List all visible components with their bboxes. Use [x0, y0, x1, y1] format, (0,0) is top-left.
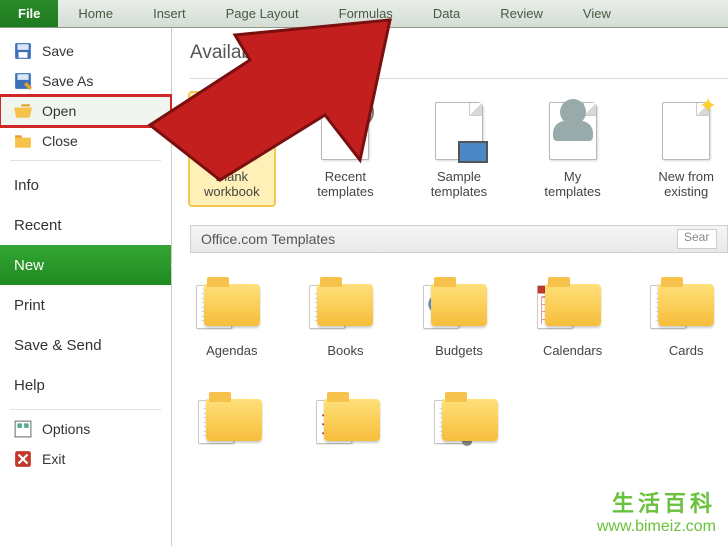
sidebar-open[interactable]: Open [0, 96, 171, 126]
tpl-more-3[interactable] [426, 382, 514, 458]
my-templates-icon [541, 99, 605, 163]
sidebar-recent-label: Recent [14, 217, 62, 234]
tpl-more-2[interactable]: ✔✔✔ [308, 382, 396, 458]
books-icon [313, 273, 377, 337]
sidebar-info-label: Info [14, 177, 39, 194]
cards-icon [654, 273, 718, 337]
sidebar-save-as[interactable]: Save As [0, 66, 171, 96]
tpl-label: My templates [535, 169, 611, 199]
new-from-existing-icon: ✦ [654, 99, 718, 163]
sidebar-save-send[interactable]: Save & Send [0, 325, 171, 365]
tpl-calendars[interactable]: Calendars [531, 267, 615, 364]
sidebar-new[interactable]: New [0, 245, 171, 285]
template-row-office-1: Agendas Books Budgets Calendars Cards [190, 267, 728, 364]
blank-workbook-icon [200, 99, 264, 163]
sidebar-new-label: New [14, 257, 44, 274]
sidebar-help[interactable]: Help [0, 365, 171, 405]
sidebar-save[interactable]: Save [0, 36, 171, 66]
options-icon [14, 420, 32, 438]
tpl-label: Blank workbook [194, 169, 270, 199]
tpl-new-from-existing[interactable]: ✦ New from existing [644, 93, 728, 205]
tpl-agendas[interactable]: Agendas [190, 267, 274, 364]
tpl-blank-workbook[interactable]: Blank workbook [190, 93, 274, 205]
tab-file[interactable]: File [0, 0, 58, 27]
tab-review[interactable]: Review [480, 0, 563, 27]
tpl-more-1[interactable] [190, 382, 278, 458]
template-search[interactable]: Sear [677, 229, 717, 249]
folder-icon [438, 388, 502, 452]
tpl-label: Recent templates [308, 169, 384, 199]
tpl-sample-templates[interactable]: Sample templates [417, 93, 501, 205]
tpl-label: Budgets [435, 343, 483, 358]
tpl-my-templates[interactable]: My templates [531, 93, 615, 205]
tab-data[interactable]: Data [413, 0, 480, 27]
section-bar-office: Office.com Templates Sear [190, 225, 728, 253]
tab-view[interactable]: View [563, 0, 631, 27]
sidebar-print[interactable]: Print [0, 285, 171, 325]
close-folder-icon [14, 132, 32, 150]
sidebar-save-as-label: Save As [42, 73, 93, 89]
tab-page-layout[interactable]: Page Layout [206, 0, 319, 27]
sidebar-open-label: Open [42, 103, 76, 119]
sidebar-close[interactable]: Close [0, 126, 171, 156]
backstage-sidebar: Save Save As Open Close Info Recent New … [0, 28, 172, 546]
tpl-label: Calendars [543, 343, 602, 358]
sidebar-help-label: Help [14, 377, 45, 394]
tpl-label: Cards [669, 343, 704, 358]
exit-icon [14, 450, 32, 468]
template-row-office-2: ✔✔✔ [190, 382, 728, 458]
sample-templates-icon [427, 99, 491, 163]
open-folder-icon [14, 102, 32, 120]
separator [10, 160, 161, 161]
sidebar-print-label: Print [14, 297, 45, 314]
sidebar-recent[interactable]: Recent [0, 205, 171, 245]
watermark: 生活百科 www.bimeiz.com [597, 486, 716, 536]
agendas-icon [200, 273, 264, 337]
tpl-label: New from existing [648, 169, 724, 199]
tpl-budgets[interactable]: Budgets [417, 267, 501, 364]
calendars-icon [541, 273, 605, 337]
tpl-cards[interactable]: Cards [644, 267, 728, 364]
template-row-local: Blank workbook Recent templates Sample t… [190, 93, 728, 205]
divider [190, 78, 728, 79]
budgets-icon [427, 273, 491, 337]
sidebar-save-label: Save [42, 43, 74, 59]
ribbon: File Home Insert Page Layout Formulas Da… [0, 0, 728, 28]
sidebar-options-label: Options [42, 421, 90, 437]
tpl-label: Sample templates [421, 169, 497, 199]
tpl-recent-templates[interactable]: Recent templates [304, 93, 388, 205]
tpl-label: Agendas [206, 343, 257, 358]
sidebar-save-send-label: Save & Send [14, 337, 102, 354]
watermark-cn: 生活百科 [597, 486, 716, 518]
tab-insert[interactable]: Insert [133, 0, 206, 27]
tab-formulas[interactable]: Formulas [319, 0, 413, 27]
separator [10, 409, 161, 410]
section-title-available: Available Templates [190, 42, 728, 64]
folder-icon [202, 388, 266, 452]
watermark-url: www.bimeiz.com [597, 518, 716, 536]
sidebar-options[interactable]: Options [0, 414, 171, 444]
recent-templates-icon [313, 99, 377, 163]
tpl-books[interactable]: Books [304, 267, 388, 364]
section-title-office: Office.com Templates [201, 231, 335, 247]
content-pane: Available Templates Blank workbook Recen… [172, 28, 728, 546]
tpl-label: Books [327, 343, 363, 358]
tab-home[interactable]: Home [58, 0, 133, 27]
sidebar-exit-label: Exit [42, 451, 65, 467]
folder-icon: ✔✔✔ [320, 388, 384, 452]
sidebar-exit[interactable]: Exit [0, 444, 171, 474]
sidebar-close-label: Close [42, 133, 78, 149]
save-icon [14, 42, 32, 60]
save-as-icon [14, 72, 32, 90]
sidebar-info[interactable]: Info [0, 165, 171, 205]
main: Save Save As Open Close Info Recent New … [0, 28, 728, 546]
